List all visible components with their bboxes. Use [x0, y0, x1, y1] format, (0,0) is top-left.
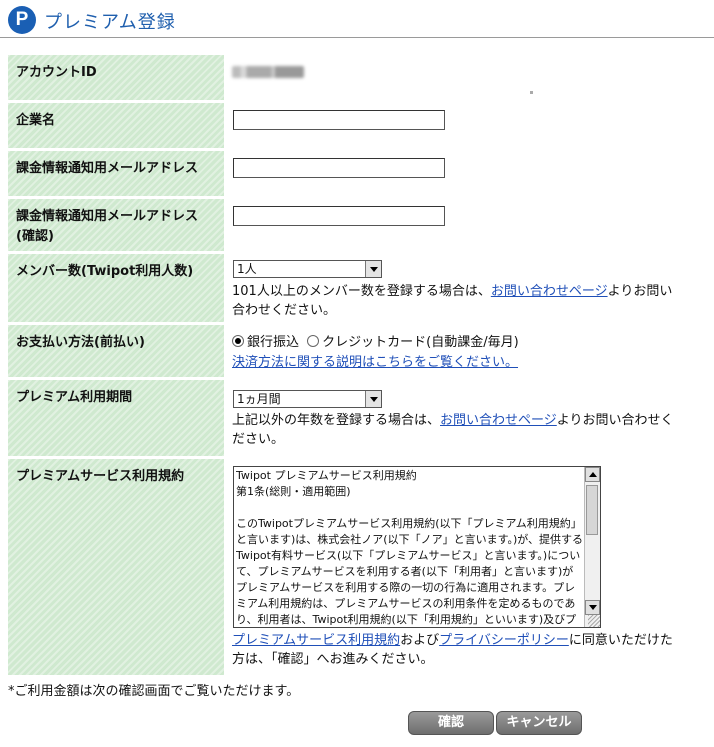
billing-email-confirm-label: 課金情報通知用メールアドレス (確認)	[8, 199, 224, 251]
account-id-obscured	[232, 66, 304, 78]
terms-link[interactable]: プレミアムサービス利用規約	[232, 633, 400, 648]
scroll-down-icon[interactable]	[585, 600, 600, 615]
confirm-button[interactable]: 確認	[408, 711, 494, 735]
members-select-value: 1人	[237, 262, 257, 276]
payment-card-option[interactable]: クレジットカード(自動課金/毎月)	[307, 335, 519, 350]
terms-label: プレミアムサービス利用規約	[8, 459, 224, 675]
radio-card[interactable]	[307, 335, 320, 347]
privacy-policy-link[interactable]: プライバシーポリシー	[439, 633, 569, 648]
company-input[interactable]	[233, 110, 445, 130]
account-id-label: アカウントID	[8, 55, 224, 100]
payment-help: 決済方法に関する説明はこちらをご覧ください。	[232, 353, 518, 372]
page-title: プレミアム登録	[44, 12, 176, 33]
payment-options: 銀行振込 クレジットカード(自動課金/毎月)	[232, 333, 519, 352]
decorative-dot	[530, 91, 533, 94]
period-select-value: 1ヵ月間	[237, 392, 281, 406]
header-divider	[0, 37, 714, 38]
members-select[interactable]: 1人	[233, 260, 382, 278]
billing-email-confirm-label-line2: (確認)	[16, 229, 54, 244]
billing-email-confirm-input[interactable]	[233, 206, 445, 226]
cancel-button[interactable]: キャンセル	[496, 711, 582, 735]
billing-email-confirm-label-line1: 課金情報通知用メールアドレス	[16, 209, 199, 224]
period-select[interactable]: 1ヵ月間	[233, 390, 382, 408]
payment-help-link[interactable]: 決済方法に関する説明はこちらをご覧ください。	[232, 355, 518, 370]
company-label: 企業名	[8, 103, 224, 148]
period-note: 上記以外の年数を登録する場合は、お問い合わせページよりお問い合わせください。	[232, 413, 674, 447]
pricing-footnote: *ご利用金額は次の確認画面でご覧いただけます。	[8, 684, 300, 699]
terms-scrollbar[interactable]	[584, 467, 600, 627]
twipot-logo-icon: P	[8, 6, 36, 34]
members-note: 101人以上のメンバー数を登録する場合は、お問い合わせページよりお問い合わせくだ…	[232, 284, 673, 318]
members-label: メンバー数(Twipot利用人数)	[8, 254, 224, 322]
terms-text: Twipot プレミアムサービス利用規約 第1条(総則・適用範囲) このTwip…	[236, 469, 584, 626]
payment-bank-option[interactable]: 銀行振込	[232, 335, 299, 350]
chevron-down-icon[interactable]	[365, 391, 381, 407]
account-id-value	[232, 62, 304, 85]
scroll-thumb[interactable]	[586, 485, 598, 535]
scroll-up-icon[interactable]	[585, 467, 600, 482]
terms-textarea[interactable]: Twipot プレミアムサービス利用規約 第1条(総則・適用範囲) このTwip…	[233, 466, 601, 628]
period-contact-link[interactable]: お問い合わせページ	[440, 413, 557, 428]
radio-bank[interactable]	[232, 335, 244, 347]
chevron-down-icon[interactable]	[365, 261, 381, 277]
billing-email-label: 課金情報通知用メールアドレス	[8, 151, 224, 196]
billing-email-input[interactable]	[233, 158, 445, 178]
payment-label: お支払い方法(前払い)	[8, 325, 224, 377]
members-contact-link[interactable]: お問い合わせページ	[491, 284, 608, 299]
page-header: P プレミアム登録	[0, 0, 714, 40]
terms-agree-note: プレミアムサービス利用規約およびプライバシーポリシーに同意いただけた方は、「確認…	[232, 633, 673, 667]
period-label: プレミアム利用期間	[8, 380, 224, 456]
resize-grip-icon[interactable]	[588, 615, 600, 627]
